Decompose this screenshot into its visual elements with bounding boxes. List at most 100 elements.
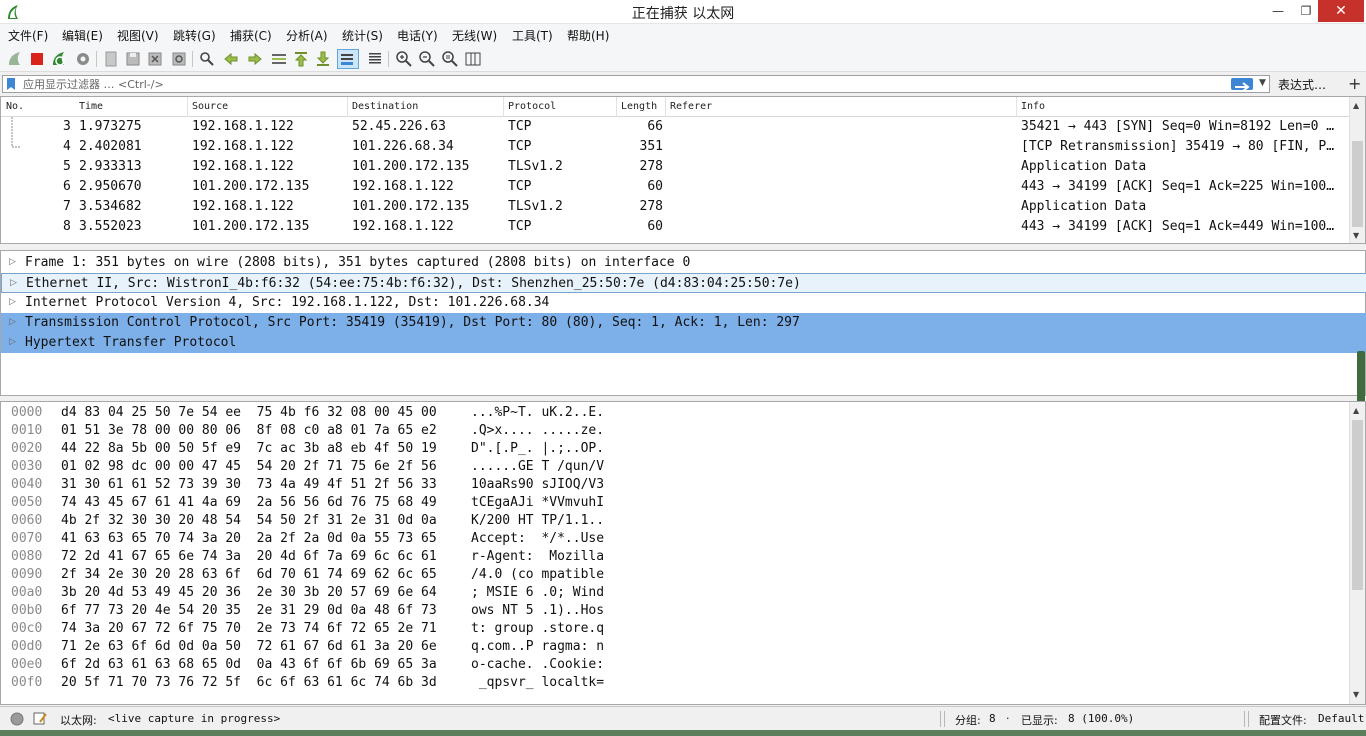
column-source[interactable]: Source [192,101,228,112]
maximize-button[interactable]: ❐ [1292,0,1320,22]
status-displayed-value: 8 (100.0%) [1068,712,1135,725]
expand-arrow-icon[interactable]: ▷ [10,278,17,288]
start-capture-icon[interactable] [6,50,24,68]
menu-telephony[interactable]: 电话(Y) [397,27,438,44]
expand-arrow-icon[interactable]: ▷ [9,337,16,347]
close-button[interactable]: ✕ [1318,0,1364,22]
bytes-row: 0000 d4 83 04 25 50 7e 54 ee 75 4b f6 32 … [11,405,605,420]
scrollbar-thumb[interactable] [1352,420,1363,590]
apply-filter-arrow-icon[interactable] [1231,78,1253,92]
column-destination[interactable]: Destination [352,101,418,112]
bytes-row: 0020 44 22 8a 5b 00 50 5f e9 7c ac 3b a8 … [11,441,605,456]
open-file-icon[interactable] [102,50,120,68]
find-packet-icon[interactable] [198,50,216,68]
cell-time: 2.933313 [79,159,142,174]
column-referer[interactable]: Referer [670,101,712,112]
scroll-up-icon[interactable]: ▲ [1353,101,1359,110]
zoom-out-icon[interactable] [418,50,436,68]
resize-columns-icon[interactable] [464,50,482,68]
scroll-down-icon[interactable]: ▼ [1353,690,1359,699]
cell-source: 192.168.1.122 [192,119,294,134]
cell-source: 101.200.172.135 [192,219,310,234]
auto-scroll-icon[interactable] [337,49,359,69]
colorize-icon[interactable] [366,50,384,68]
bytes-row: 0050 74 43 45 67 61 41 4a 69 2a 56 56 6d … [11,495,605,510]
close-file-icon[interactable] [146,50,164,68]
stop-capture-icon[interactable] [28,50,46,68]
column-no[interactable]: No. [6,101,24,112]
column-protocol[interactable]: Protocol [508,101,556,112]
column-length[interactable]: Length [621,101,657,112]
menu-bar: 文件(F) 编辑(E) 视图(V) 跳转(G) 捕获(C) 分析(A) 统计(S… [0,24,1366,46]
save-file-icon[interactable] [124,50,142,68]
restart-capture-icon[interactable] [50,50,68,68]
cell-length: 278 [639,159,663,174]
scroll-up-icon[interactable]: ▲ [1353,406,1359,415]
reload-file-icon[interactable] [170,50,188,68]
menu-wireless[interactable]: 无线(W) [452,27,497,44]
menu-help[interactable]: 帮助(H) [567,27,609,44]
capture-comment-icon[interactable] [32,711,48,726]
scroll-down-icon[interactable]: ▼ [1353,231,1359,240]
packet-list-header: No. Time Source Destination Protocol Len… [1,97,1349,117]
menu-statistics[interactable]: 统计(S) [342,27,383,44]
packet-details: ▷ Frame 1: 351 bytes on wire (2808 bits)… [0,250,1366,407]
detail-row-frame[interactable]: ▷ Frame 1: 351 bytes on wire (2808 bits)… [1,253,1366,273]
cell-time: 3.552023 [79,219,142,234]
table-row[interactable]: 6 2.950670 101.200.172.135 192.168.1.122… [1,177,1349,197]
add-filter-button[interactable]: + [1348,74,1361,93]
cell-no: 3 [63,119,71,134]
status-interface: 以太网: [60,714,97,727]
detail-row-http[interactable]: ▷ Hypertext Transfer Protocol [1,333,1366,353]
detail-row-tcp[interactable]: ▷ Transmission Control Protocol, Src Por… [1,313,1366,333]
menu-analyze[interactable]: 分析(A) [286,27,328,44]
capture-options-icon[interactable] [74,50,92,68]
column-info[interactable]: Info [1021,101,1045,112]
minimize-button[interactable]: — [1264,0,1292,22]
expand-arrow-icon[interactable]: ▷ [9,297,16,307]
menu-view[interactable]: 视图(V) [117,27,159,44]
filter-dropdown-icon[interactable]: ▼ [1259,78,1266,88]
menu-go[interactable]: 跳转(G) [173,27,216,44]
menu-file[interactable]: 文件(F) [8,27,48,44]
go-last-packet-icon[interactable] [314,50,332,68]
display-filter-input[interactable] [23,77,1203,92]
status-packets-count: 8 [989,712,996,725]
cell-length: 278 [639,199,663,214]
cell-info: 35421 → 443 [SYN] Seq=0 Win=8192 Len=0 … [1021,119,1335,134]
expression-button[interactable]: 表达式… [1278,76,1326,93]
expand-arrow-icon[interactable]: ▷ [9,317,16,327]
bookmark-icon[interactable] [6,78,16,90]
zoom-in-icon[interactable] [395,50,413,68]
menu-capture[interactable]: 捕获(C) [230,27,272,44]
zoom-normal-icon[interactable] [441,50,459,68]
expand-arrow-icon[interactable]: ▷ [9,257,16,267]
go-back-icon[interactable] [222,50,240,68]
title-bar: 正在捕获 以太网 — ❐ ✕ [0,0,1366,24]
bytes-row: 00a0 3b 20 4d 53 49 45 20 36 2e 30 3b 20 … [11,585,605,600]
cell-length: 66 [647,119,663,134]
cell-destination: 101.200.172.135 [352,159,470,174]
menu-tools[interactable]: 工具(T) [512,27,553,44]
column-time[interactable]: Time [79,101,103,112]
status-profile-value[interactable]: Default [1318,712,1364,725]
cell-length: 60 [647,179,663,194]
menu-edit[interactable]: 编辑(E) [62,27,103,44]
table-row[interactable]: 3 1.973275 192.168.1.122 52.45.226.63 TC… [1,117,1349,137]
splitter-handle[interactable] [1357,351,1365,407]
scrollbar-thumb[interactable] [1352,141,1363,227]
display-filter-bar: ▼ 表达式… + [0,73,1366,95]
bytes-scrollbar[interactable]: ▲ ▼ [1349,402,1365,704]
detail-row-ethernet[interactable]: ▷ Ethernet II, Src: WistronI_4b:f6:32 (5… [1,273,1366,293]
packet-list-scrollbar[interactable]: ▲ ▼ [1349,97,1365,243]
table-row[interactable]: 8 3.552023 101.200.172.135 192.168.1.122… [1,217,1349,237]
table-row[interactable]: 4 2.402081 192.168.1.122 101.226.68.34 T… [1,137,1349,157]
table-row[interactable]: 7 3.534682 192.168.1.122 101.200.172.135… [1,197,1349,217]
go-forward-icon[interactable] [246,50,264,68]
table-row[interactable]: 5 2.933313 192.168.1.122 101.200.172.135… [1,157,1349,177]
go-to-packet-icon[interactable] [270,50,288,68]
bytes-row: 0070 41 63 63 65 70 74 3a 20 2a 2f 2a 0d … [11,531,605,546]
expert-info-icon[interactable] [10,712,24,726]
detail-row-ip[interactable]: ▷ Internet Protocol Version 4, Src: 192.… [1,293,1366,313]
go-first-packet-icon[interactable] [292,50,310,68]
